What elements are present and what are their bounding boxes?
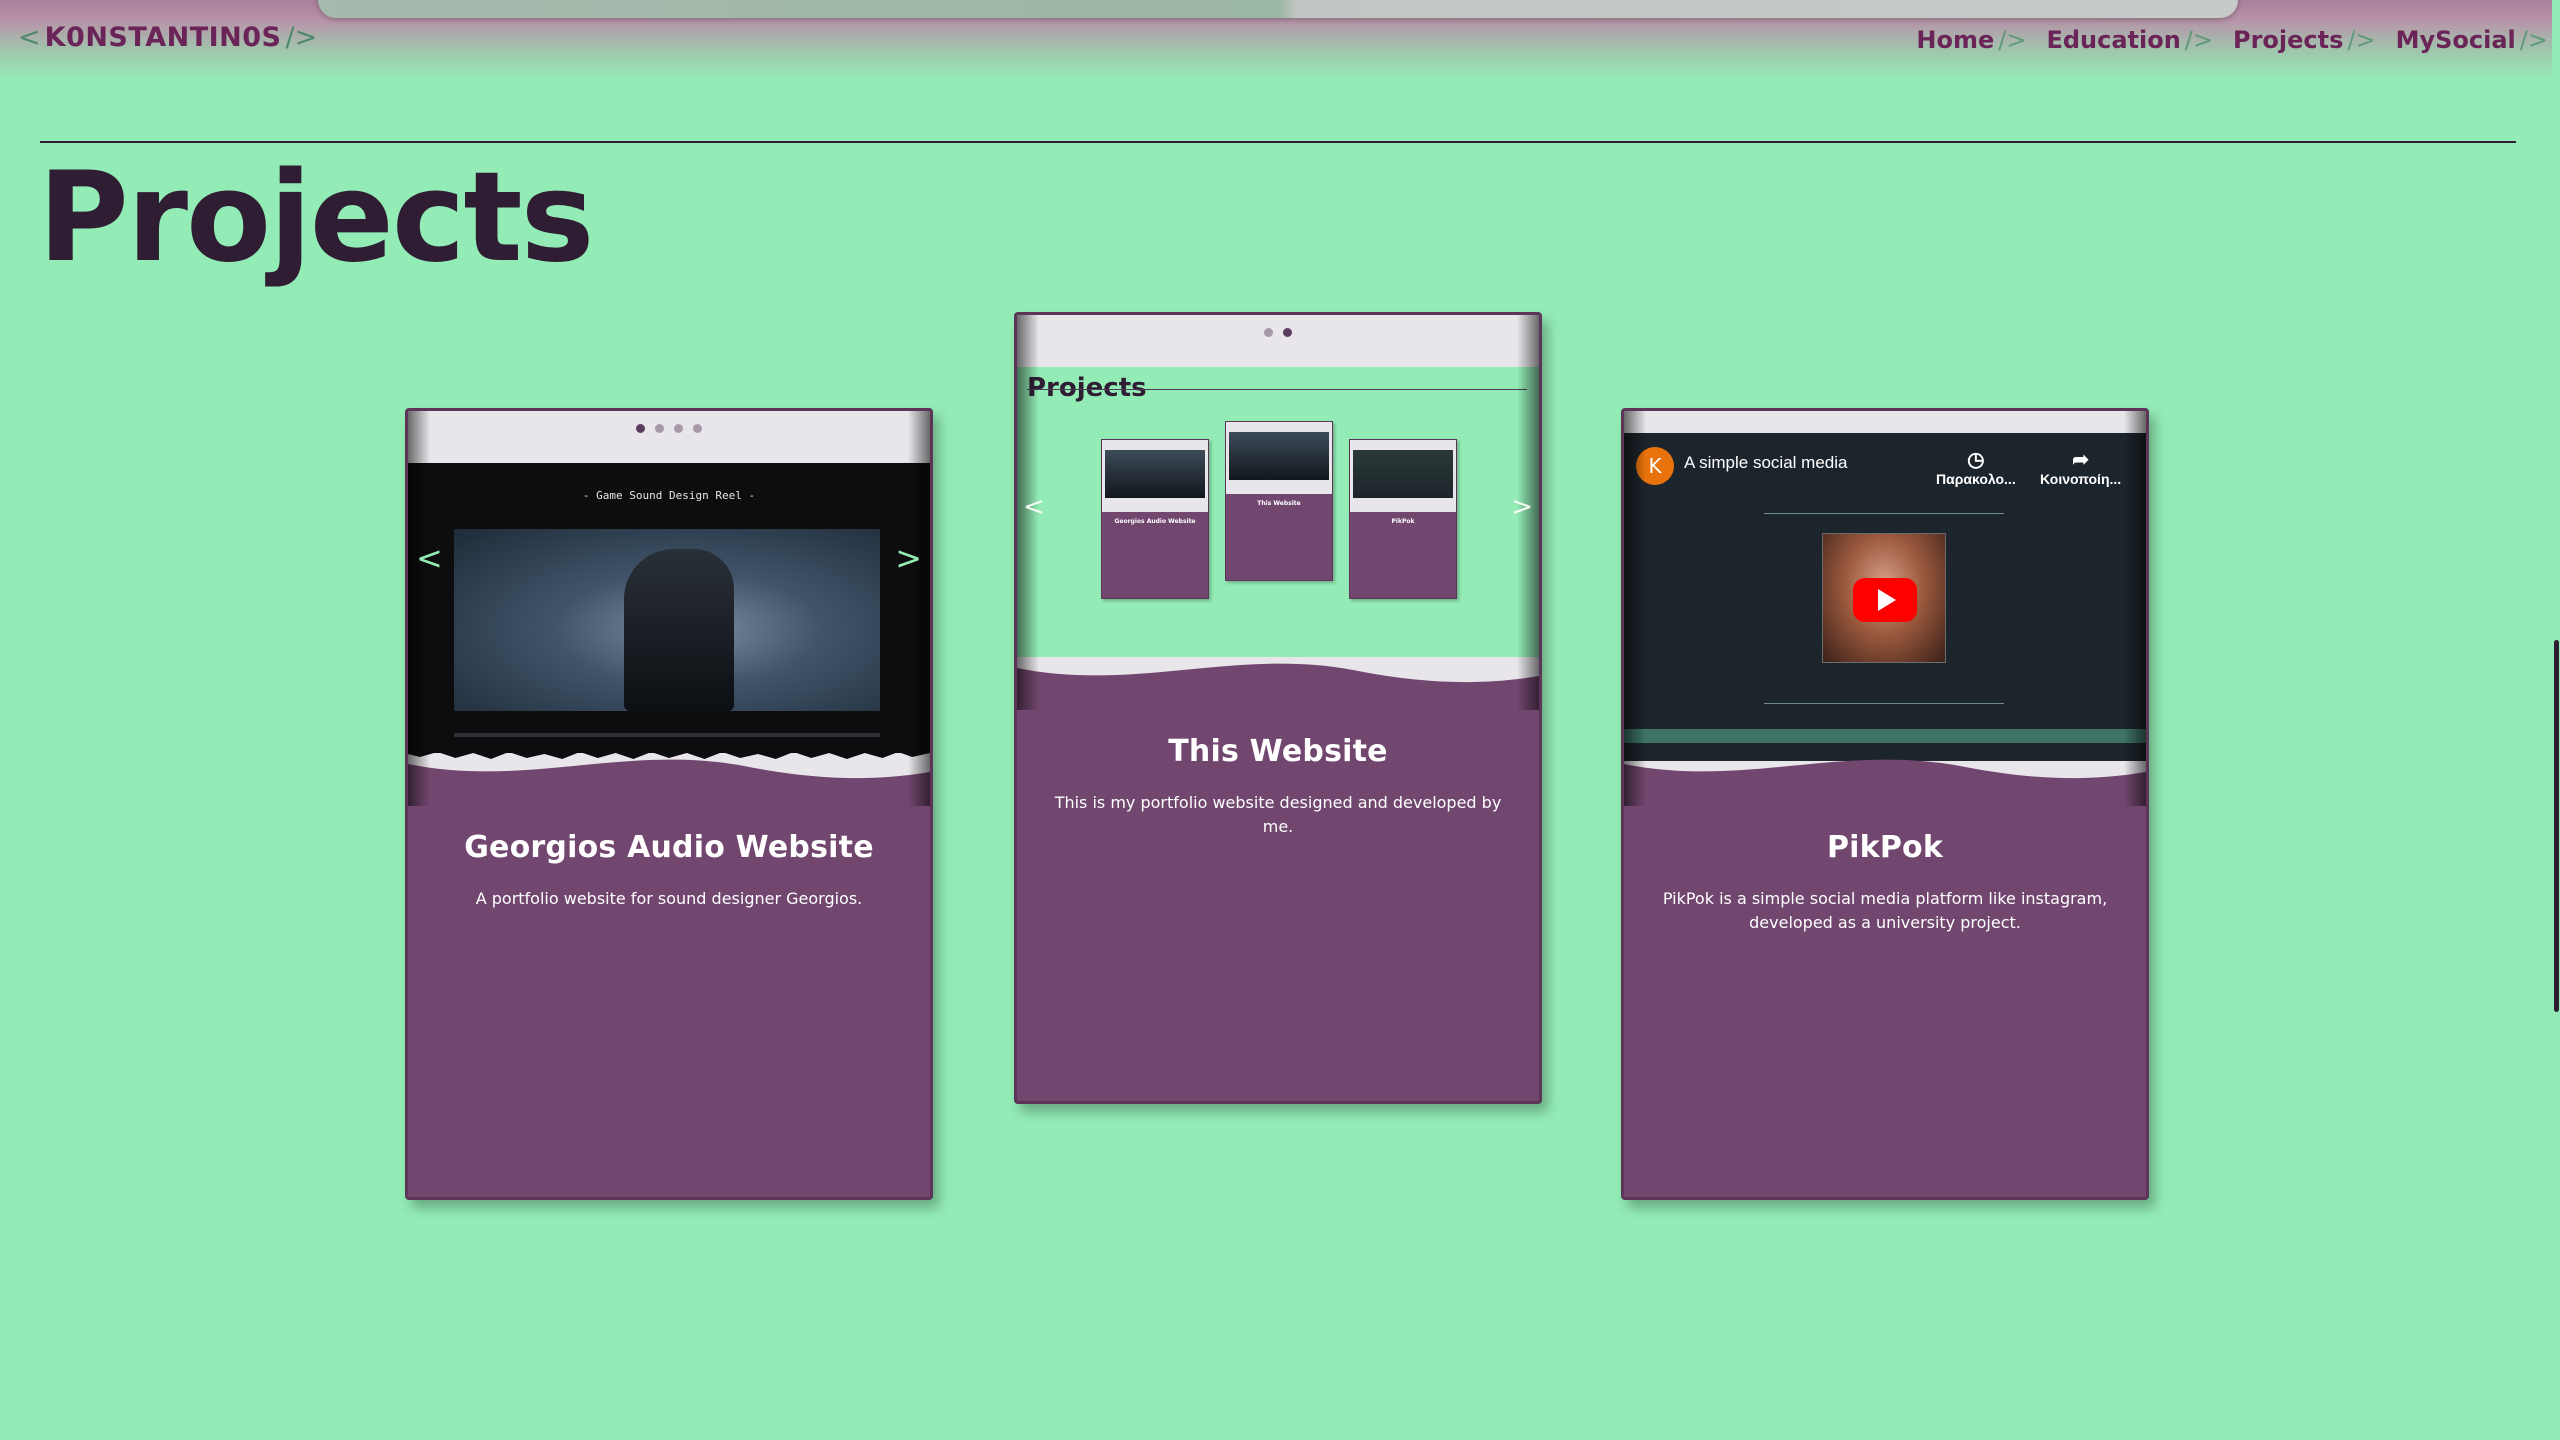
nav-separator: /> [2519,26,2548,54]
scrollbar-track[interactable] [2552,0,2560,1440]
mini-card-title: This Website [1257,500,1301,507]
watch-later-label: Παρακολο... [1936,471,2016,487]
chevron-left-icon[interactable]: < [1023,492,1045,522]
nav-item-education[interactable]: Education /> [2046,26,2213,54]
mini-card: This Website [1225,421,1333,581]
preview-divider [1027,389,1527,390]
nav-education-label: Education [2046,26,2181,54]
share-icon: ➦ [2072,449,2089,471]
carousel-dot[interactable] [1283,328,1292,337]
project-preview-video[interactable]: K A simple social media ◷ Παρακολο... ➦ … [1624,411,2146,806]
card-title: PikPok [1827,830,1943,865]
wave-divider [1017,663,1539,710]
top-handle [318,0,2238,18]
video-title[interactable]: A simple social media [1684,453,1847,473]
preview-divider [1764,513,2004,514]
channel-avatar[interactable]: K [1636,447,1674,485]
carousel-dot[interactable] [693,424,702,433]
nav-mysocial-label: MySocial [2395,26,2516,54]
mini-card: PikPok [1349,439,1457,599]
wave-divider [408,759,930,806]
project-card-georgios[interactable]: - Game Sound Design Reel - < > Georgios … [405,408,933,1200]
brand-logo[interactable]: < K0NSTANTIN0S /> [18,22,317,62]
nav-item-home[interactable]: Home /> [1916,26,2026,54]
nav-projects-label: Projects [2233,26,2344,54]
brand-close-bracket: /> [285,22,318,53]
page-title: Projects [38,146,594,290]
share-label: Κοινοποίη... [2040,471,2122,487]
clock-icon: ◷ [1967,449,1985,471]
preview-divider [1764,703,2004,704]
mini-card-title: PikPok [1391,518,1415,525]
carousel-dot[interactable] [674,424,683,433]
card-description: PikPok is a simple social media platform… [1662,889,2108,932]
card-title: This Website [1168,734,1388,769]
carousel-dot[interactable] [655,424,664,433]
preview-figure-image [624,549,734,711]
nav-separator: /> [2347,26,2376,54]
embedded-video[interactable]: K A simple social media ◷ Παρακολο... ➦ … [1624,433,2146,761]
video-thumbnail [1822,533,1946,663]
header-bar: < K0NSTANTIN0S /> Home /> Education /> P… [0,0,2560,80]
mini-card-title: Georgios Audio Website [1114,518,1196,525]
chevron-left-icon[interactable]: < [416,539,443,577]
carousel-dots [408,424,930,433]
project-card-pikpok[interactable]: K A simple social media ◷ Παρακολο... ➦ … [1621,408,2149,1200]
project-preview-carousel[interactable]: Projects Georgios Audio Website This Web… [1017,315,1539,710]
watch-later-button[interactable]: ◷ Παρακολο... [1936,449,2016,487]
carousel-dot[interactable] [1264,328,1273,337]
share-button[interactable]: ➦ Κοινοποίη... [2040,449,2121,487]
play-icon[interactable] [1853,578,1917,622]
mini-card: Georgios Audio Website [1101,439,1209,599]
nav-home-label: Home [1916,26,1995,54]
preview-heading: Projects [1027,373,1147,403]
page: < K0NSTANTIN0S /> Home /> Education /> P… [0,0,2560,1440]
scrollbar-thumb[interactable] [2554,640,2559,1012]
brand-name: K0NSTANTIN0S [44,22,282,53]
main-nav: Home /> Education /> Projects /> MySocia… [1896,26,2548,54]
card-description: This is my portfolio website designed an… [1054,793,1502,836]
preview-screenshot: - Game Sound Design Reel - [408,463,930,753]
wave-divider [1624,759,2146,806]
project-card-this-website[interactable]: Projects Georgios Audio Website This Web… [1014,312,1542,1104]
preview-screenshot: Projects Georgios Audio Website This Web… [1017,367,1539,657]
nav-separator: /> [1998,26,2027,54]
preview-screen-title: - Game Sound Design Reel - [582,489,756,502]
nav-item-projects[interactable]: Projects /> [2233,26,2376,54]
chevron-right-icon[interactable]: > [895,539,922,577]
card-description: A portfolio website for sound designer G… [475,889,863,908]
carousel-dots [1017,328,1539,337]
brand-open-bracket: < [18,22,41,53]
nav-item-mysocial[interactable]: MySocial /> [2396,26,2548,54]
chevron-right-icon[interactable]: > [1511,492,1533,522]
preview-video-frame [454,529,880,711]
project-preview-carousel[interactable]: - Game Sound Design Reel - < > [408,411,930,806]
nav-separator: /> [2184,26,2213,54]
carousel-dot[interactable] [636,424,645,433]
card-title: Georgios Audio Website [464,830,874,865]
